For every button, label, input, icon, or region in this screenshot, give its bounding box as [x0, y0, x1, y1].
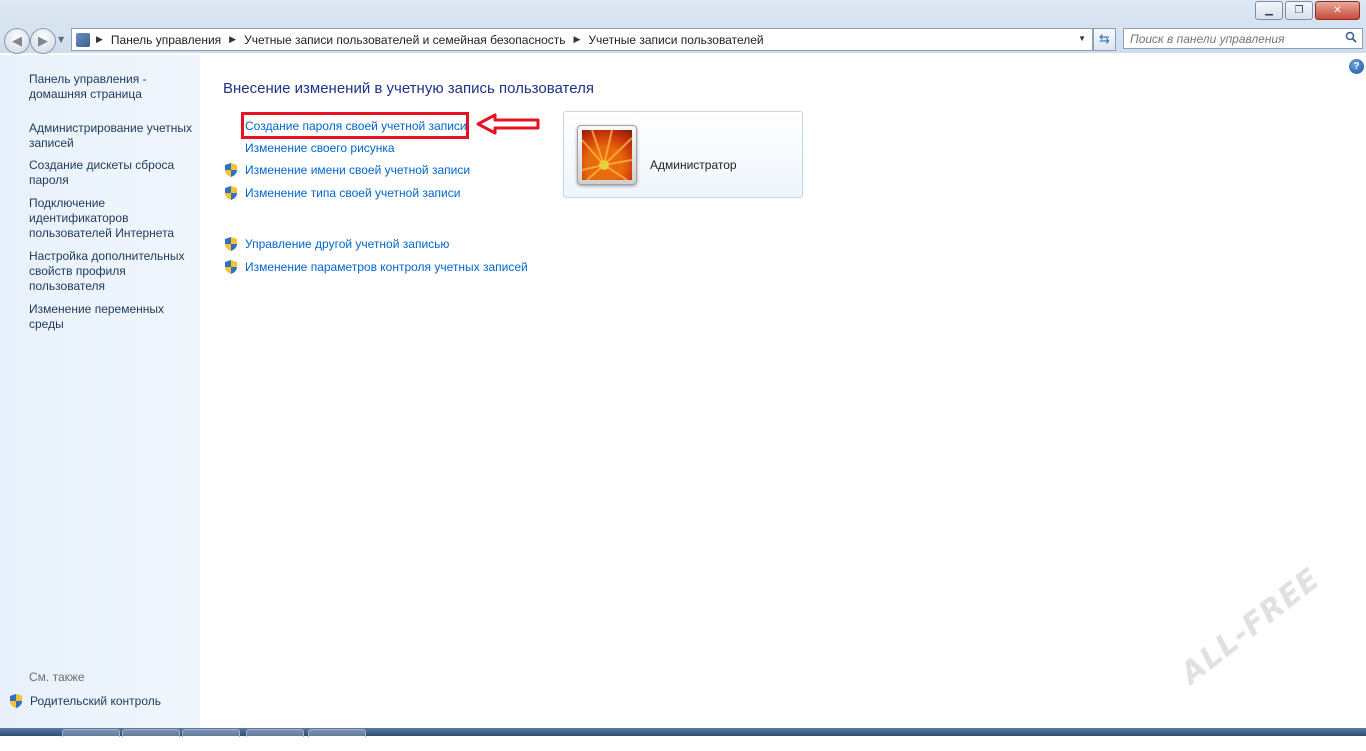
task-change-name-label: Изменение имени своей учетной записи [245, 163, 471, 177]
sidebar: Панель управления - домашняя страница Ад… [0, 55, 200, 728]
sidebar-link-parental-control[interactable]: Родительский контроль [8, 693, 161, 709]
refresh-icon: ⇆ [1099, 32, 1110, 47]
uac-shield-icon [10, 694, 22, 708]
sidebar-link-profile-properties[interactable]: Настройка дополнительных свойств профиля… [29, 249, 199, 294]
minimize-button[interactable]: ▁ [1255, 1, 1283, 20]
breadcrumb-control-panel[interactable]: Панель управления [111, 33, 221, 47]
control-panel-icon [76, 32, 90, 47]
page-title: Внесение изменений в учетную запись поль… [223, 80, 594, 97]
task-change-type[interactable]: Изменение типа своей учетной записи [223, 185, 460, 201]
task-change-name[interactable]: Изменение имени своей учетной записи [223, 162, 470, 178]
uac-shield-icon [225, 260, 237, 274]
close-button[interactable]: ✕ [1315, 1, 1360, 20]
breadcrumb-user-accounts[interactable]: Учетные записи пользователей [588, 33, 763, 47]
sidebar-link-password-reset-disk[interactable]: Создание дискеты сброса пароля [29, 158, 199, 188]
address-dropdown-icon[interactable]: ▼ [1078, 34, 1086, 43]
maximize-button[interactable]: ❐ [1285, 1, 1313, 20]
back-arrow-icon: ◀ [12, 33, 22, 49]
task-change-picture[interactable]: Изменение своего рисунка [245, 141, 395, 155]
uac-shield-icon [225, 237, 237, 251]
search-box[interactable] [1123, 28, 1363, 49]
flower-avatar-icon [582, 130, 632, 180]
recent-pages-dropdown[interactable]: ▼ [58, 35, 64, 44]
task-uac-settings-label: Изменение параметров контроля учетных за… [245, 260, 528, 274]
task-uac-settings[interactable]: Изменение параметров контроля учетных за… [223, 259, 528, 275]
user-name: Администратор [650, 158, 737, 172]
highlight-box [241, 112, 469, 139]
task-manage-other-account[interactable]: Управление другой учетной записью [223, 236, 449, 252]
main-content: ? Внесение изменений в учетную запись по… [200, 55, 1366, 728]
sidebar-link-manage-accounts[interactable]: Администрирование учетных записей [29, 121, 199, 151]
task-change-type-label: Изменение типа своей учетной записи [245, 186, 461, 200]
navigation-toolbar: ◀ ▶ ▼ ▶ Панель управления ▶ Учетные запи… [0, 27, 1366, 54]
forward-arrow-icon: ▶ [38, 33, 48, 49]
see-also-label: См. также [29, 670, 85, 684]
parental-control-label: Родительский контроль [30, 694, 161, 708]
breadcrumb-separator-icon[interactable]: ▶ [96, 34, 103, 45]
forward-button[interactable]: ▶ [30, 28, 56, 54]
address-bar[interactable]: ▶ Панель управления ▶ Учетные записи пол… [71, 28, 1093, 51]
sidebar-link-online-ids[interactable]: Подключение идентификаторов пользователе… [29, 196, 199, 241]
sidebar-link-environment-variables[interactable]: Изменение переменных среды [29, 302, 199, 332]
user-card: Администратор [563, 111, 803, 198]
annotation-arrow-icon [476, 113, 540, 135]
breadcrumb-separator-icon[interactable]: ▶ [574, 34, 581, 45]
search-icon[interactable] [1345, 31, 1357, 46]
help-icon[interactable]: ? [1349, 59, 1364, 74]
breadcrumb-accounts-family-safety[interactable]: Учетные записи пользователей и семейная … [244, 33, 565, 47]
avatar [577, 125, 637, 185]
window-controls: ▁ ❐ ✕ [1255, 1, 1360, 20]
taskbar [0, 728, 1366, 737]
uac-shield-icon [225, 163, 237, 177]
back-button[interactable]: ◀ [4, 28, 30, 54]
uac-shield-icon [225, 186, 237, 200]
search-input[interactable] [1124, 29, 1346, 48]
title-bar: ▁ ❐ ✕ [0, 0, 1366, 27]
breadcrumb-separator-icon[interactable]: ▶ [229, 34, 236, 45]
sidebar-link-control-panel-home[interactable]: Панель управления - домашняя страница [29, 72, 199, 102]
task-manage-other-account-label: Управление другой учетной записью [245, 237, 450, 251]
refresh-button[interactable]: ⇆ [1093, 28, 1116, 51]
